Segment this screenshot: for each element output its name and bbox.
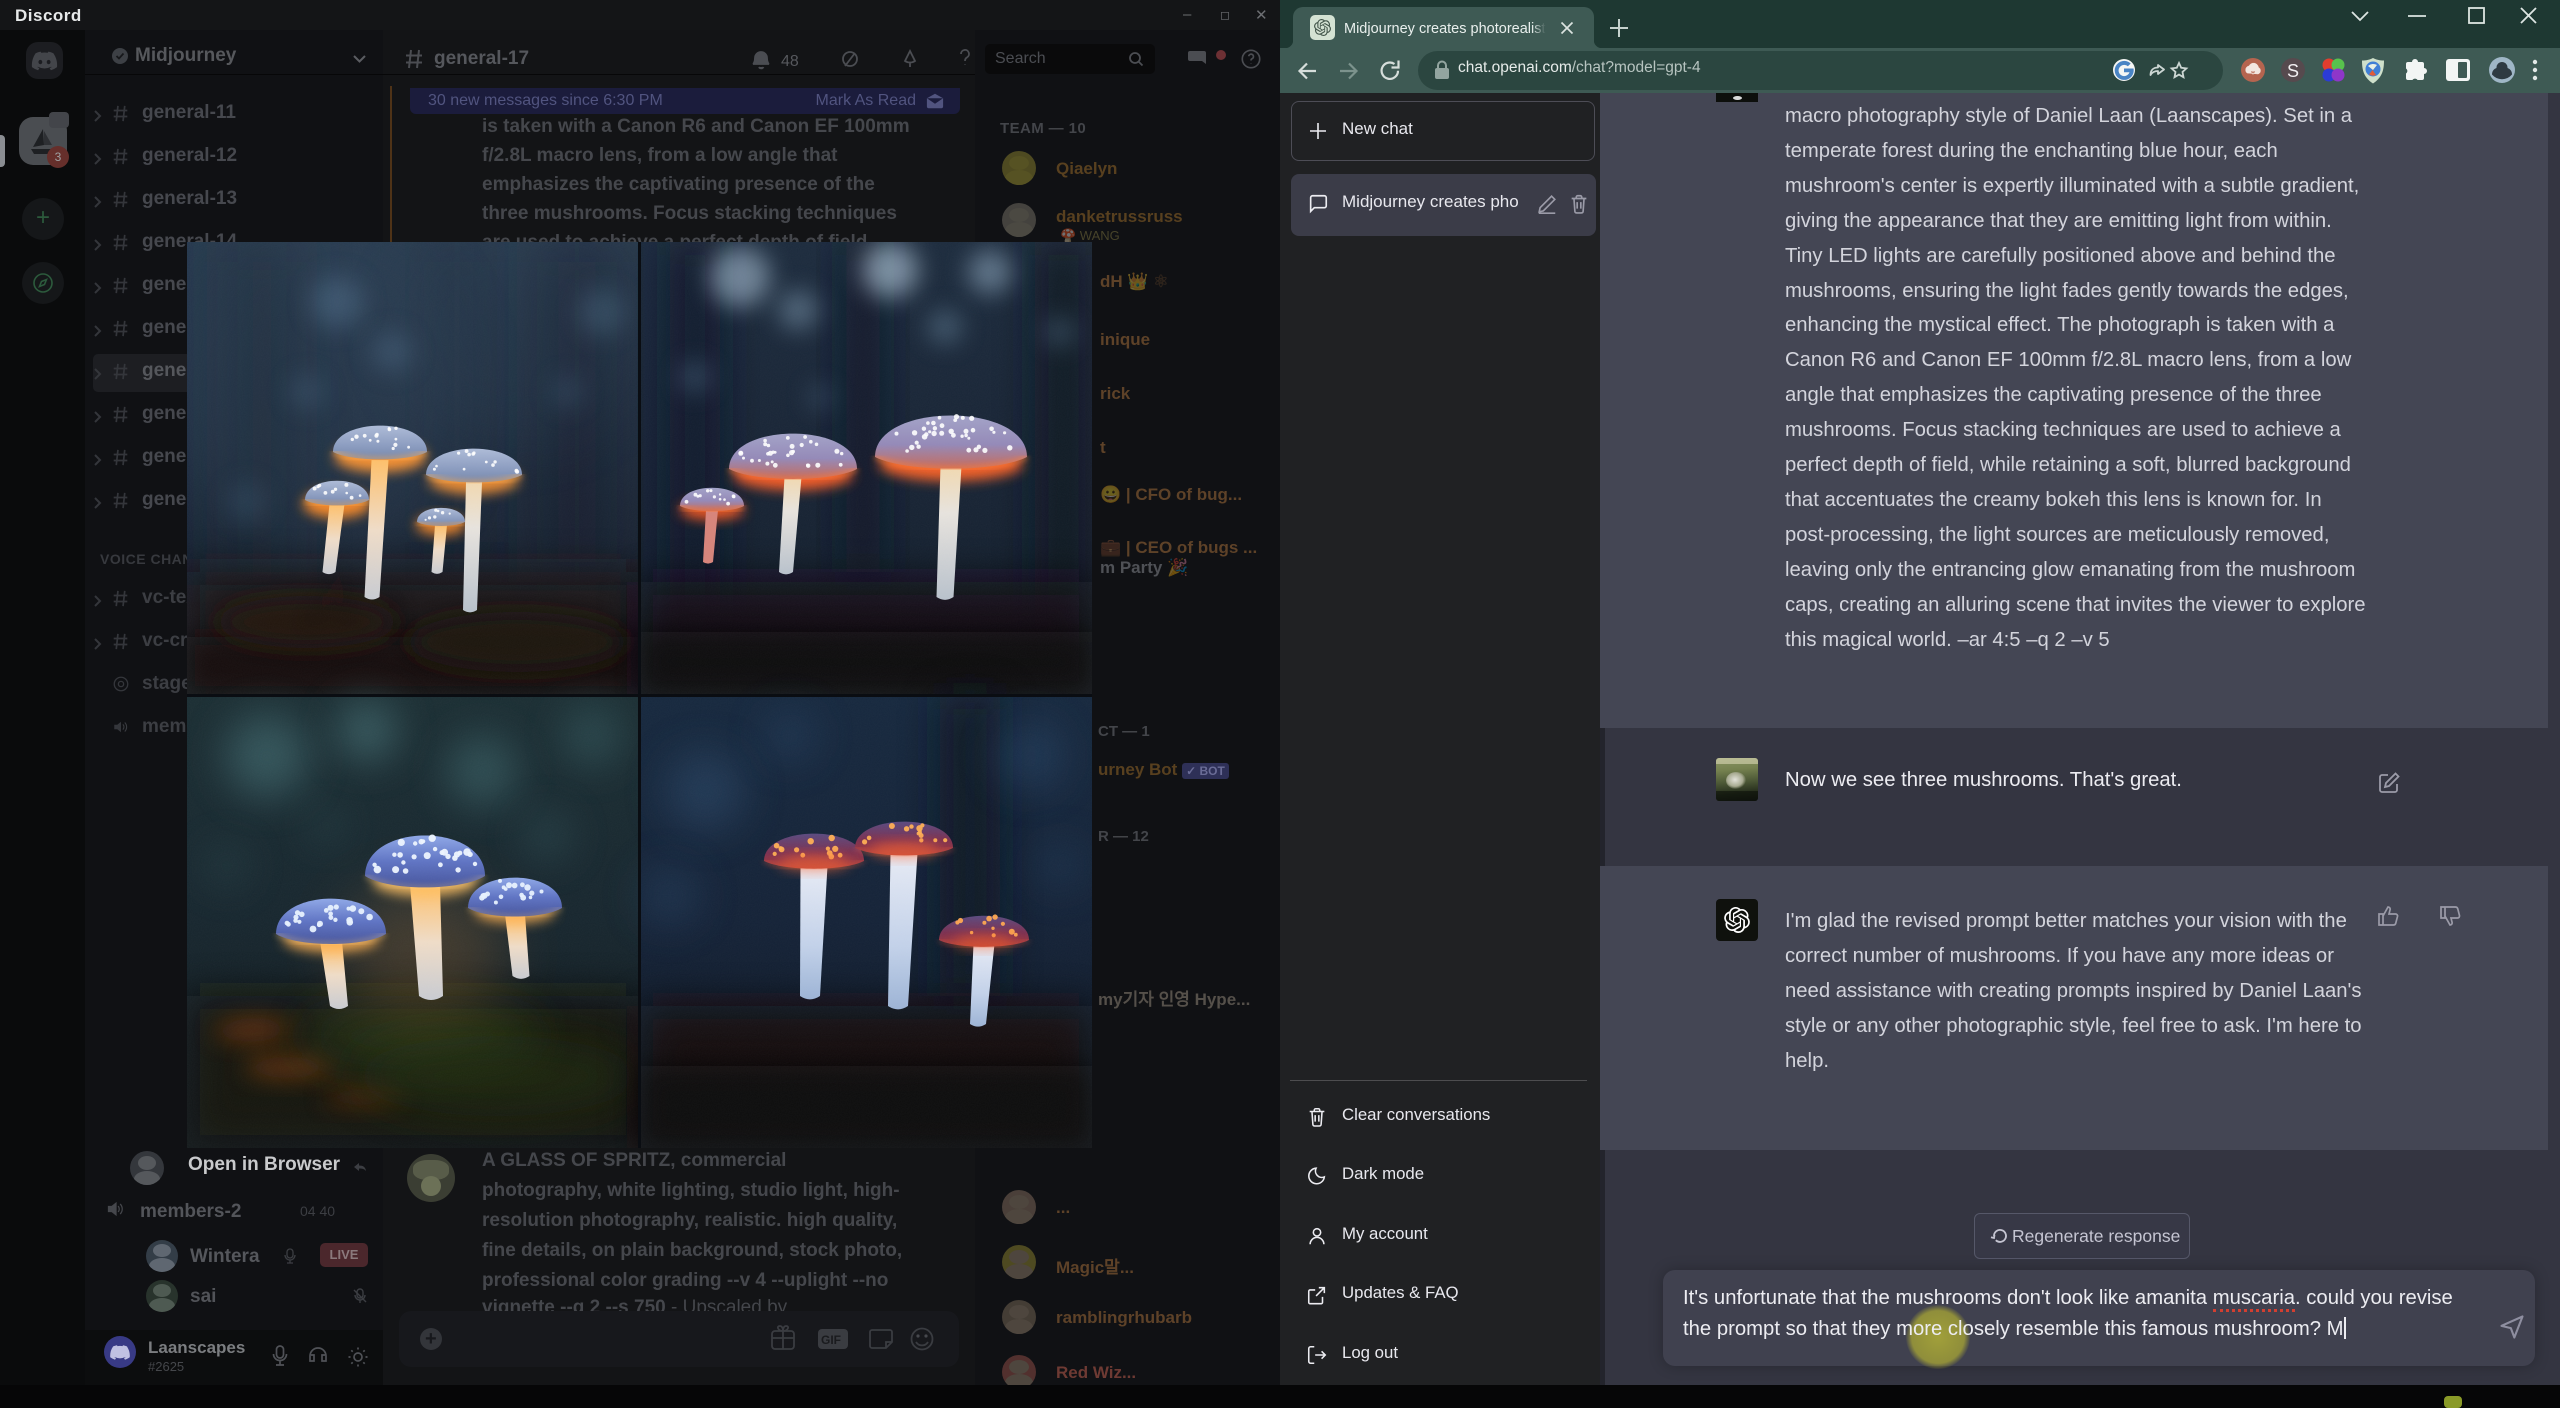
svg-text:S: S bbox=[2287, 61, 2299, 81]
svg-text:GIF: GIF bbox=[821, 1333, 841, 1347]
svg-text:48: 48 bbox=[781, 53, 799, 70]
